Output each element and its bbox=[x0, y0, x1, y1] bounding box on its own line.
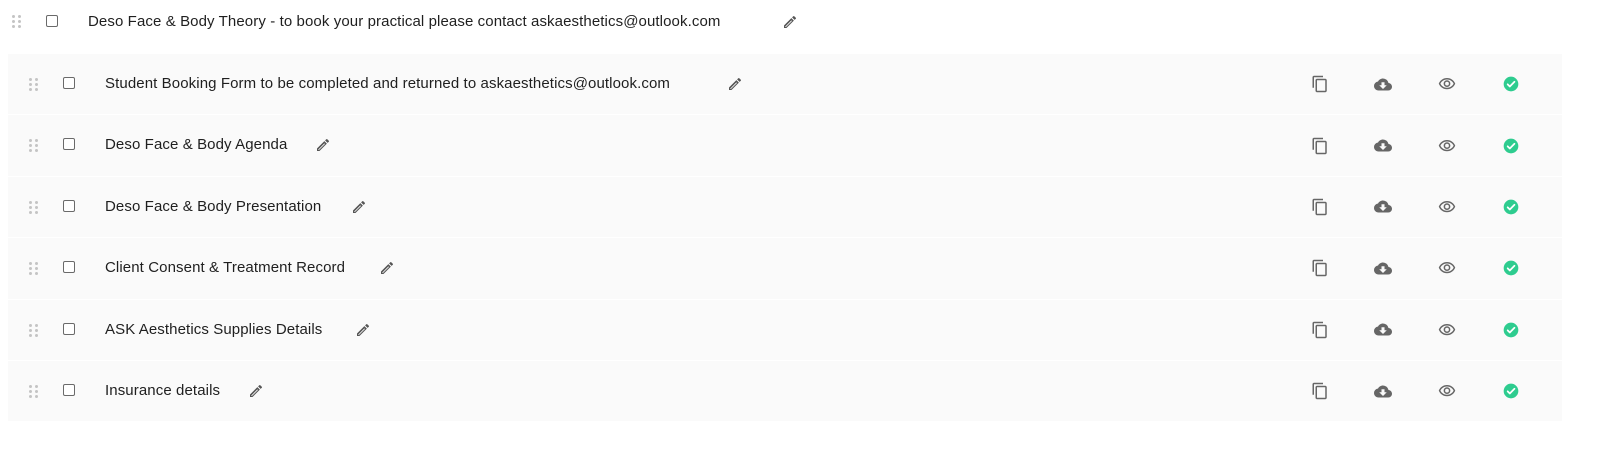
item-checkbox[interactable] bbox=[63, 199, 75, 212]
item-list: Student Booking Form to be completed and… bbox=[8, 54, 1562, 423]
copy-icon[interactable] bbox=[1311, 259, 1329, 277]
copy-icon[interactable] bbox=[1311, 198, 1329, 216]
item-checkbox[interactable] bbox=[63, 383, 75, 396]
copy-icon[interactable] bbox=[1311, 75, 1329, 93]
edit-pencil-icon[interactable] bbox=[315, 137, 331, 153]
drag-handle-icon[interactable] bbox=[29, 323, 39, 338]
eye-icon[interactable] bbox=[1438, 75, 1456, 93]
cloud-download-icon[interactable] bbox=[1374, 321, 1392, 339]
list-item: Client Consent & Treatment Record bbox=[8, 238, 1562, 300]
drag-handle-icon[interactable] bbox=[29, 139, 39, 153]
check-circle-icon[interactable] bbox=[1502, 321, 1520, 339]
item-title[interactable]: Client Consent & Treatment Record bbox=[105, 259, 345, 276]
item-title[interactable]: Insurance details bbox=[105, 382, 220, 399]
eye-icon[interactable] bbox=[1438, 198, 1456, 216]
check-circle-icon[interactable] bbox=[1502, 198, 1520, 216]
item-title[interactable]: Deso Face & Body Agenda bbox=[105, 136, 287, 153]
list-item: Insurance details bbox=[8, 360, 1562, 423]
item-title[interactable]: Student Booking Form to be completed and… bbox=[105, 75, 670, 92]
list-item: ASK Aesthetics Supplies Details bbox=[8, 299, 1562, 361]
edit-pencil-icon[interactable] bbox=[355, 322, 371, 338]
section-header: Deso Face & Body Theory - to book your p… bbox=[0, 0, 1599, 46]
section-edit-pencil-icon[interactable] bbox=[782, 14, 798, 30]
edit-pencil-icon[interactable] bbox=[351, 199, 367, 215]
item-checkbox[interactable] bbox=[63, 322, 75, 335]
copy-icon[interactable] bbox=[1311, 382, 1329, 400]
list-item: Deso Face & Body Agenda bbox=[8, 115, 1562, 177]
edit-pencil-icon[interactable] bbox=[248, 383, 264, 399]
check-circle-icon[interactable] bbox=[1502, 382, 1520, 400]
edit-pencil-icon[interactable] bbox=[727, 76, 743, 92]
eye-icon[interactable] bbox=[1438, 137, 1456, 155]
check-circle-icon[interactable] bbox=[1502, 75, 1520, 93]
list-item: Student Booking Form to be completed and… bbox=[8, 54, 1562, 116]
cloud-download-icon[interactable] bbox=[1374, 137, 1392, 155]
edit-pencil-icon[interactable] bbox=[379, 260, 395, 276]
copy-icon[interactable] bbox=[1311, 137, 1329, 155]
cloud-download-icon[interactable] bbox=[1374, 382, 1392, 400]
eye-icon[interactable] bbox=[1438, 382, 1456, 400]
check-circle-icon[interactable] bbox=[1502, 137, 1520, 155]
eye-icon[interactable] bbox=[1438, 321, 1456, 339]
eye-icon[interactable] bbox=[1438, 259, 1456, 277]
check-circle-icon[interactable] bbox=[1502, 259, 1520, 277]
item-checkbox[interactable] bbox=[63, 77, 75, 89]
cloud-download-icon[interactable] bbox=[1374, 198, 1392, 216]
section-title: Deso Face & Body Theory - to book your p… bbox=[88, 13, 721, 30]
item-title[interactable]: Deso Face & Body Presentation bbox=[105, 198, 321, 215]
item-title[interactable]: ASK Aesthetics Supplies Details bbox=[105, 321, 322, 338]
list-item: Deso Face & Body Presentation bbox=[8, 176, 1562, 239]
cloud-download-icon[interactable] bbox=[1374, 259, 1392, 277]
drag-handle-icon[interactable] bbox=[29, 262, 39, 276]
drag-handle-icon[interactable] bbox=[29, 78, 39, 92]
copy-icon[interactable] bbox=[1311, 321, 1329, 339]
section-drag-handle-icon[interactable] bbox=[12, 15, 22, 29]
item-checkbox[interactable] bbox=[63, 138, 75, 151]
item-checkbox[interactable] bbox=[63, 261, 75, 274]
drag-handle-icon[interactable] bbox=[29, 384, 39, 399]
cloud-download-icon[interactable] bbox=[1374, 75, 1392, 93]
drag-handle-icon[interactable] bbox=[29, 200, 39, 215]
section-checkbox[interactable] bbox=[46, 15, 58, 27]
